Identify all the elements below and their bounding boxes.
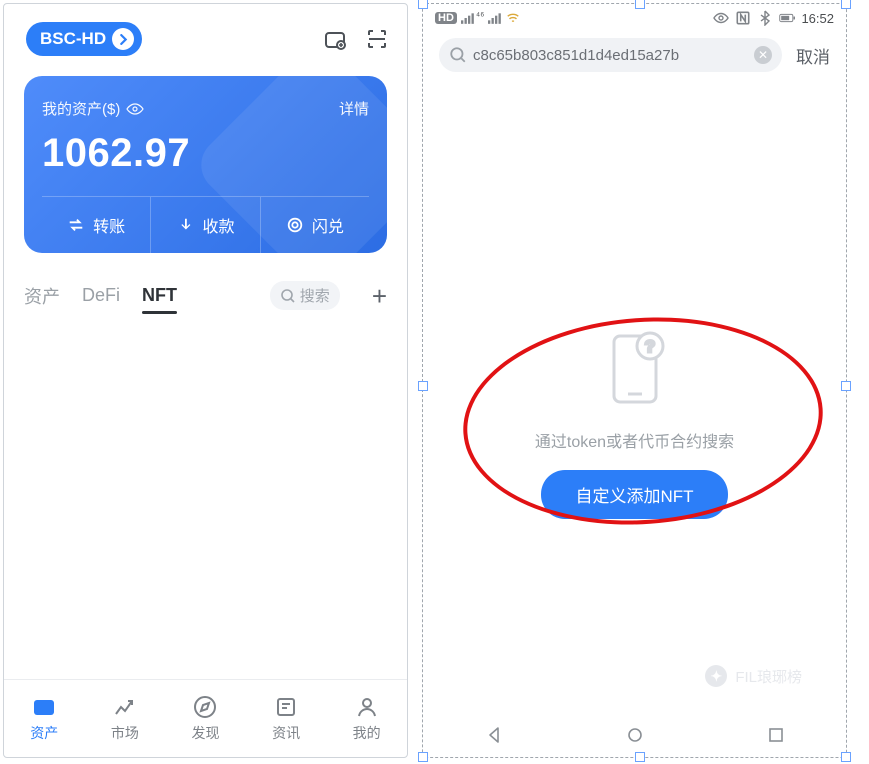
eye-icon[interactable] [126, 103, 144, 115]
bluetooth-icon [757, 10, 773, 26]
news-icon [273, 694, 299, 720]
search-value: c8c65b803c851d1d4ed15a27b [473, 47, 748, 64]
balance-label: 我的资产($) [42, 98, 120, 119]
nav-news[interactable]: 资讯 [246, 680, 327, 757]
signal-icon [488, 11, 502, 25]
nfc-icon [735, 10, 751, 26]
receive-button[interactable]: 收款 [150, 197, 259, 253]
wifi-icon [506, 11, 520, 25]
nav-home-icon[interactable] [625, 725, 645, 745]
nav-me[interactable]: 我的 [326, 680, 407, 757]
wallet-icon [31, 694, 57, 720]
battery-icon [779, 10, 795, 26]
watermark: ✦ FIL琅琊榜 [705, 665, 802, 687]
tab-defi[interactable]: DeFi [82, 285, 120, 306]
signal-icon [461, 11, 475, 25]
search-input[interactable]: 搜索 [270, 281, 340, 310]
nav-discover[interactable]: 发现 [165, 680, 246, 757]
add-nft-button[interactable]: 自定义添加NFT [541, 470, 727, 519]
wallet-add-icon[interactable] [323, 27, 347, 51]
status-time: 16:52 [801, 11, 834, 26]
network-chip-label: BSC-HD [40, 29, 106, 49]
nav-back-icon[interactable] [484, 725, 504, 745]
wallet-screen: BSC-HD 我的资产($) 详情 [3, 3, 408, 758]
chevron-right-icon [112, 28, 134, 50]
hd-badge: HD [435, 12, 457, 24]
eye-icon [713, 10, 729, 26]
empty-hint: 通过token或者代币合约搜索 [535, 428, 734, 452]
user-icon [354, 694, 380, 720]
android-nav [423, 713, 846, 757]
tab-nft[interactable]: NFT [142, 285, 177, 306]
search-icon [280, 288, 296, 304]
nav-recent-icon[interactable] [766, 725, 786, 745]
clear-icon[interactable]: ✕ [754, 46, 772, 64]
tab-assets[interactable]: 资产 [24, 283, 60, 309]
empty-phone-icon: ? [600, 328, 670, 410]
balance-card: 我的资产($) 详情 1062.97 转账 收款 闪兑 [24, 76, 387, 253]
download-icon [176, 216, 194, 234]
bottom-nav: 资产 市场 发现 资讯 我的 [4, 679, 407, 757]
nav-market[interactable]: 市场 [85, 680, 166, 757]
swap-button[interactable]: 闪兑 [260, 197, 369, 253]
svg-text:?: ? [644, 337, 654, 356]
transfer-button[interactable]: 转账 [42, 197, 150, 253]
transfer-icon [67, 216, 85, 234]
wechat-icon: ✦ [705, 665, 727, 687]
network-selector[interactable]: BSC-HD [26, 22, 142, 56]
cancel-button[interactable]: 取消 [796, 43, 830, 68]
scan-icon[interactable] [365, 27, 389, 51]
nav-assets[interactable]: 资产 [4, 680, 85, 757]
search-screen: HD ⁴⁶ 16:52 c8c65b803c851d1d4ed15a27b [422, 3, 847, 758]
detail-link[interactable]: 详情 [339, 98, 369, 119]
balance-amount: 1062.97 [42, 131, 369, 176]
add-button[interactable]: + [372, 283, 387, 309]
compass-icon [192, 694, 218, 720]
search-icon [449, 46, 467, 64]
swap-icon [286, 216, 304, 234]
contract-search-input[interactable]: c8c65b803c851d1d4ed15a27b ✕ [439, 38, 782, 72]
chart-icon [112, 694, 138, 720]
